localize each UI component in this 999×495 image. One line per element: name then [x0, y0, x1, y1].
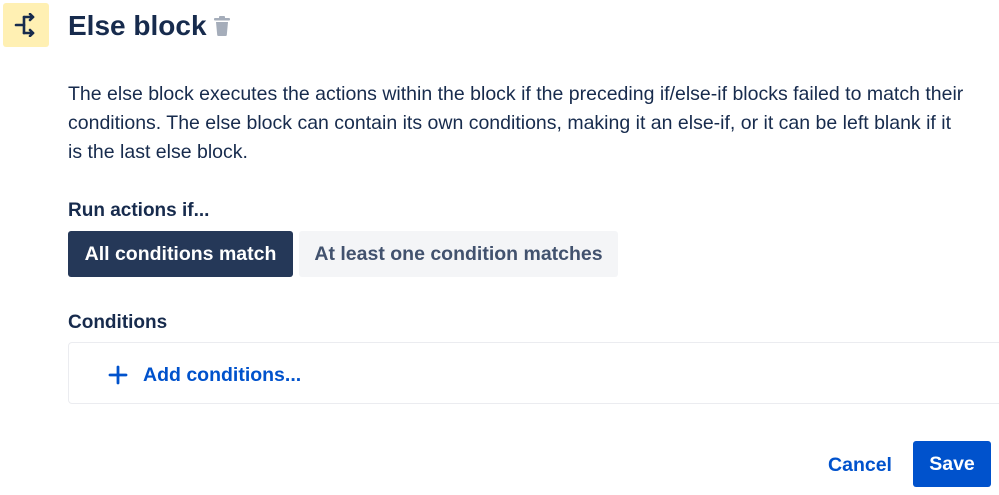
add-conditions-label: Add conditions...	[143, 363, 302, 386]
trash-icon[interactable]	[212, 15, 232, 37]
add-conditions-button[interactable]: Add conditions...	[108, 362, 301, 388]
all-conditions-match-button[interactable]: All conditions match	[68, 231, 293, 277]
conditions-label: Conditions	[68, 312, 168, 333]
plus-icon	[108, 365, 128, 385]
branch-icon-tile	[3, 3, 49, 47]
branch-icon	[14, 13, 35, 37]
description-text: The else block executes the actions with…	[68, 83, 964, 163]
page-title: Else block	[68, 10, 207, 41]
run-actions-label: Run actions if...	[68, 200, 210, 221]
save-button[interactable]: Save	[913, 441, 991, 487]
at-least-one-condition-button[interactable]: At least one condition matches	[299, 231, 618, 277]
cancel-button[interactable]: Cancel	[819, 442, 901, 488]
